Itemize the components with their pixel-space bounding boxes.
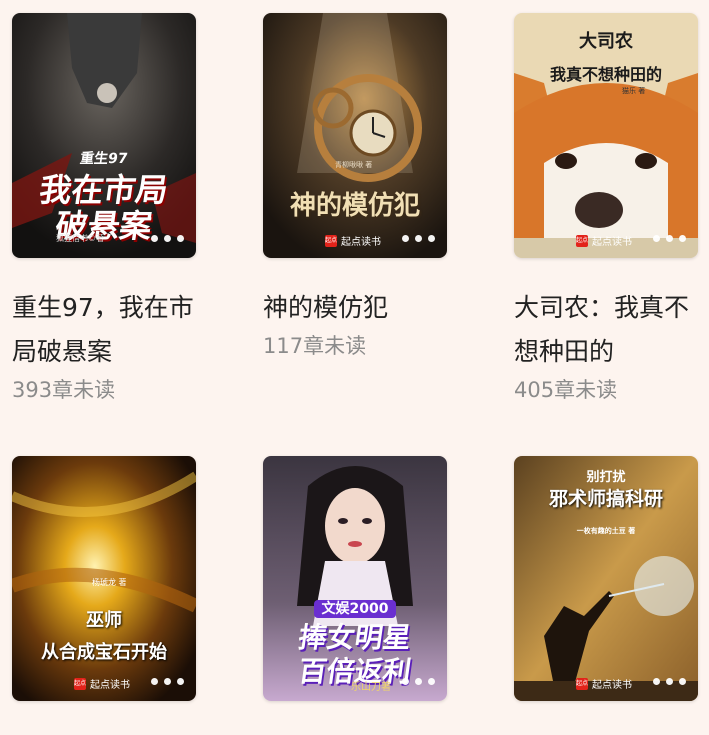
more-dots-icon[interactable]	[151, 678, 184, 685]
publisher-name: 起点读书	[592, 680, 632, 691]
cover-author: 一枚有趣的土豆 著	[576, 527, 636, 535]
cover-title-line: 邪术师搞科研	[548, 488, 663, 510]
unread-count: 405章未读	[514, 378, 618, 402]
publisher-badge: 起点 起点读书	[325, 233, 381, 248]
unread-count: 117章未读	[263, 334, 367, 358]
cover-title-line: 从合成宝石开始	[41, 642, 167, 663]
book-cover[interactable]: 大司农 我真不想种田的 猫乐 著 起点 起点读书	[514, 13, 698, 258]
book-cover[interactable]: 杨琥龙 著 巫师 从合成宝石开始 起点 起点读书	[12, 456, 196, 701]
qidian-logo-icon: 起点	[576, 234, 588, 247]
qidian-logo-icon: 起点	[576, 677, 588, 690]
book-title[interactable]: 大司农：我真不想种田的	[514, 286, 698, 374]
publisher-name: 起点读书	[90, 680, 130, 691]
bookshelf-grid: 重生97 我在市局 破悬案 狐狸信书©著 重生97，我在市局破悬案 393章未读	[0, 0, 709, 735]
cover-series-label: 文娱2000	[263, 598, 447, 618]
cover-author: 青柳啾啾 著	[335, 161, 373, 169]
book-card[interactable]: 大司农 我真不想种田的 猫乐 著 起点 起点读书 大司农：我真不想种田的 405…	[514, 13, 698, 404]
cover-series-label: 别打扰	[586, 470, 626, 485]
cover-author: 杨琥龙 著	[92, 578, 127, 587]
book-title[interactable]: 重生97，我在市局破悬案	[12, 286, 196, 374]
publisher-badge: 起点 起点读书	[74, 676, 130, 691]
publisher-badge: 起点 起点读书	[576, 233, 632, 248]
book-cover[interactable]: 青柳啾啾 著 神的模仿犯 起点 起点读书	[263, 13, 447, 258]
book-card[interactable]: 别打扰 邪术师搞科研 一枚有趣的土豆 著 起点 起点读书	[514, 456, 698, 729]
book-card[interactable]: 杨琥龙 著 巫师 从合成宝石开始 起点 起点读书	[12, 456, 196, 729]
cover-author: 乐山刀著	[351, 682, 391, 693]
qidian-logo-icon: 起点	[325, 234, 337, 247]
book-title[interactable]: 神的模仿犯	[263, 286, 447, 330]
cover-title-line: 神的模仿犯	[289, 191, 420, 221]
book-cover[interactable]: 文娱2000 捧女明星 百倍返利 乐山刀著	[263, 456, 447, 701]
cover-title-line: 大司农	[579, 31, 633, 52]
book-card[interactable]: 文娱2000 捧女明星 百倍返利 乐山刀著	[263, 456, 447, 729]
book-cover[interactable]: 重生97 我在市局 破悬案 狐狸信书©著	[12, 13, 196, 258]
more-dots-icon[interactable]	[653, 235, 686, 242]
cover-author: 猫乐 著	[622, 87, 646, 95]
book-cover[interactable]: 别打扰 邪术师搞科研 一枚有趣的土豆 著 起点 起点读书	[514, 456, 698, 701]
publisher-name: 起点读书	[592, 237, 632, 248]
more-dots-icon[interactable]	[402, 235, 435, 242]
publisher-badge: 起点 起点读书	[576, 676, 632, 691]
qidian-logo-icon: 起点	[74, 677, 86, 690]
book-card[interactable]: 青柳啾啾 著 神的模仿犯 起点 起点读书 神的模仿犯 117章未读	[263, 13, 447, 360]
book-card[interactable]: 重生97 我在市局 破悬案 狐狸信书©著 重生97，我在市局破悬案 393章未读	[12, 13, 196, 404]
cover-title-line: 巫师	[86, 610, 122, 631]
cover-title-line: 我真不想种田的	[549, 65, 662, 84]
publisher-name: 起点读书	[341, 237, 381, 248]
unread-count: 393章未读	[12, 378, 116, 402]
more-dots-icon[interactable]	[653, 678, 686, 685]
cover-author: 狐狸信书©著	[56, 234, 104, 243]
more-dots-icon[interactable]	[402, 678, 435, 685]
more-dots-icon[interactable]	[151, 235, 184, 242]
